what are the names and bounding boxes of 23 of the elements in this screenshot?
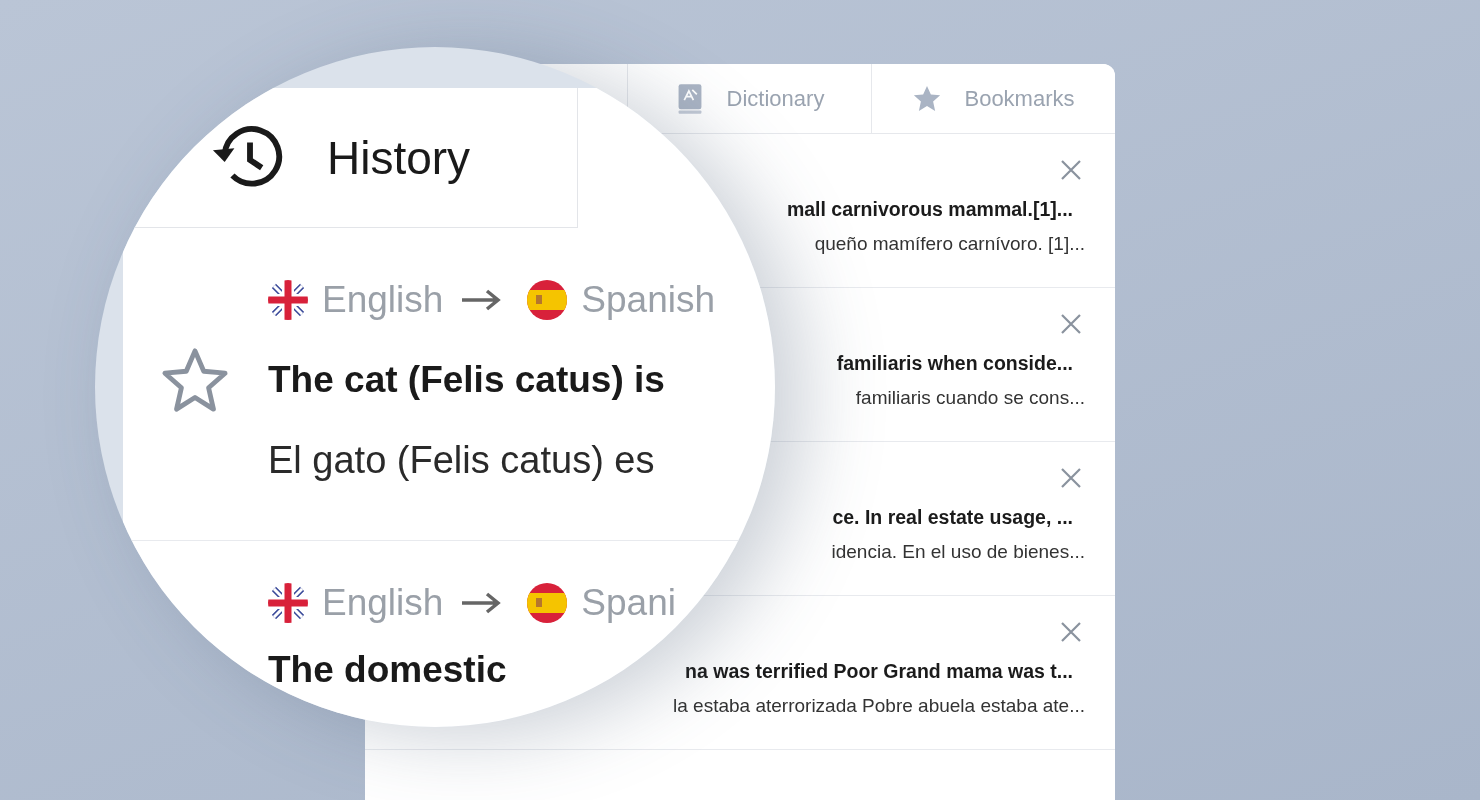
source-text: mall carnivorous mammal.[1]... [786, 198, 1073, 221]
source-text: na was terrified Poor Grand mama was t... [685, 660, 1073, 683]
arrow-icon [461, 591, 502, 615]
translation-text: idencia. En el uso de bienes... [831, 541, 1085, 563]
translation-text: familiaris cuando se cons... [855, 387, 1085, 409]
translation-text: queño mamífero carnívoro. [1]... [814, 233, 1085, 255]
target-language: Spani [581, 582, 676, 624]
uk-flag-icon [268, 280, 308, 320]
bookmark-star-button[interactable] [161, 347, 229, 413]
source-text: The domestic [268, 649, 507, 691]
spain-flag-icon [527, 583, 568, 623]
arrow-icon [461, 288, 502, 312]
uk-flag-icon [268, 583, 308, 623]
source-language: English [322, 279, 444, 321]
source-language: English [322, 582, 444, 624]
translation-text: El gato (Felis catus) es [267, 438, 656, 483]
target-language: Spanish [581, 279, 716, 321]
source-text: ce. In real estate usage, ... [832, 506, 1073, 529]
spain-flag-icon [527, 280, 568, 320]
tab[interactable]: History [211, 118, 471, 197]
source-text: The cat (Felis catus) is [268, 359, 665, 401]
translation-text: la estaba aterrorizada Pobre abuela estaba ate... [673, 695, 1085, 717]
source-text: familiaris when conside... [836, 352, 1073, 375]
